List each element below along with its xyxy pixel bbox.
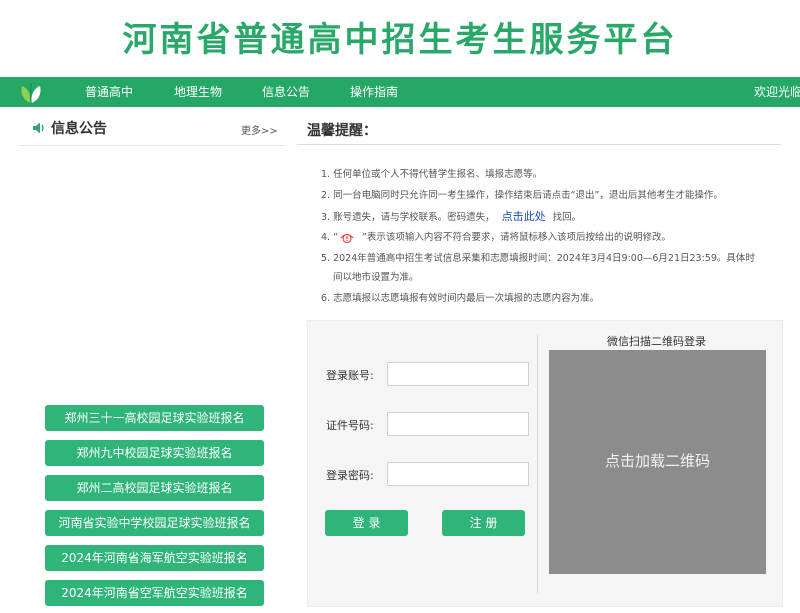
id-number-label: 证件号码:: [326, 419, 374, 432]
warning-icon: [340, 233, 354, 243]
signup-button-navy-aviation[interactable]: 2024年河南省海军航空实验班报名: [45, 545, 264, 571]
account-input[interactable]: [387, 362, 529, 386]
password-input[interactable]: [387, 462, 529, 486]
tip-6: 6. 志愿填报以志愿填报有效时间内最后一次填报的志愿内容为准。: [321, 293, 600, 304]
login-panel: 登录账号: 证件号码: 登录密码: 登 录 注 册 微信扫描二维码登录 点击加载…: [307, 320, 783, 607]
id-number-input[interactable]: [387, 412, 529, 436]
site-title: 河南省普通高中招生考生服务平台: [122, 20, 678, 60]
nav-item-guide[interactable]: 操作指南: [350, 77, 398, 107]
tip-3-text-end: 找回。: [552, 212, 582, 223]
notice-header: 信息公告 更多>>: [18, 117, 286, 146]
tip-3: 3. 账号遗失，请与学校联系。密码遗失， 点击此处 找回。: [321, 208, 581, 224]
tip-4-text-end: ”表示该项输入内容不符合要求，请将鼠标移入该项后按给出的说明修改。: [362, 232, 671, 243]
tip-4: 4. “ ”表示该项输入内容不符合要求，请将鼠标移入该项后按给出的说明修改。: [321, 229, 671, 244]
tip-1: 1. 任何单位或个人不得代替学生报名、填报志愿等。: [321, 169, 543, 180]
tips-header: 温馨提醒：: [297, 117, 781, 145]
signup-button-zz9-football[interactable]: 郑州九中校园足球实验班报名: [45, 440, 264, 466]
qr-login-title: 微信扫描二维码登录: [607, 335, 706, 348]
welcome-text: 欢迎光临: [754, 85, 800, 99]
qr-load-text: 点击加载二维码: [604, 452, 710, 470]
nav-item-announcements[interactable]: 信息公告: [262, 77, 310, 107]
tip-3-text: 3. 账号遗失，请与学校联系。密码遗失，: [321, 212, 495, 223]
panel-divider: [537, 335, 538, 593]
tip-4-text: 4. “: [321, 232, 339, 243]
nav-item-high-school[interactable]: 普通高中: [85, 77, 133, 107]
account-label: 登录账号:: [326, 369, 374, 382]
register-button[interactable]: 注 册: [442, 510, 525, 536]
login-button[interactable]: 登 录: [325, 510, 408, 536]
main-navbar: 普通高中 地理生物 信息公告 操作指南 欢迎光临: [0, 77, 800, 107]
password-label: 登录密码:: [326, 469, 374, 482]
signup-button-hnsy-football[interactable]: 河南省实验中学校园足球实验班报名: [45, 510, 264, 536]
tip-2: 2. 同一台电脑同时只允许同一考生操作，操作结束后请点击“退出”，退出后其他考生…: [321, 190, 723, 201]
signup-button-airforce-aviation[interactable]: 2024年河南省空军航空实验班报名: [45, 580, 264, 606]
signup-button-zz2-football[interactable]: 郑州二高校园足球实验班报名: [45, 475, 264, 501]
signup-button-zz31-football[interactable]: 郑州三十一高校园足球实验班报名: [45, 405, 264, 431]
nav-item-geo-bio[interactable]: 地理生物: [174, 77, 222, 107]
recover-password-link[interactable]: 点击此处: [502, 210, 546, 223]
tip-5-continued: 间以地市设置为准。: [333, 272, 419, 283]
leaf-logo-icon: [21, 82, 41, 104]
notice-title: 信息公告: [51, 121, 107, 137]
tip-5: 5. 2024年普通高中招生考试信息采集和志愿填报时间：2024年3月4日9:0…: [321, 253, 755, 264]
more-link[interactable]: 更多>>: [241, 122, 278, 137]
tips-title: 温馨提醒：: [307, 123, 377, 139]
speaker-icon: [33, 122, 44, 134]
qr-code-area[interactable]: 点击加载二维码: [549, 350, 766, 574]
